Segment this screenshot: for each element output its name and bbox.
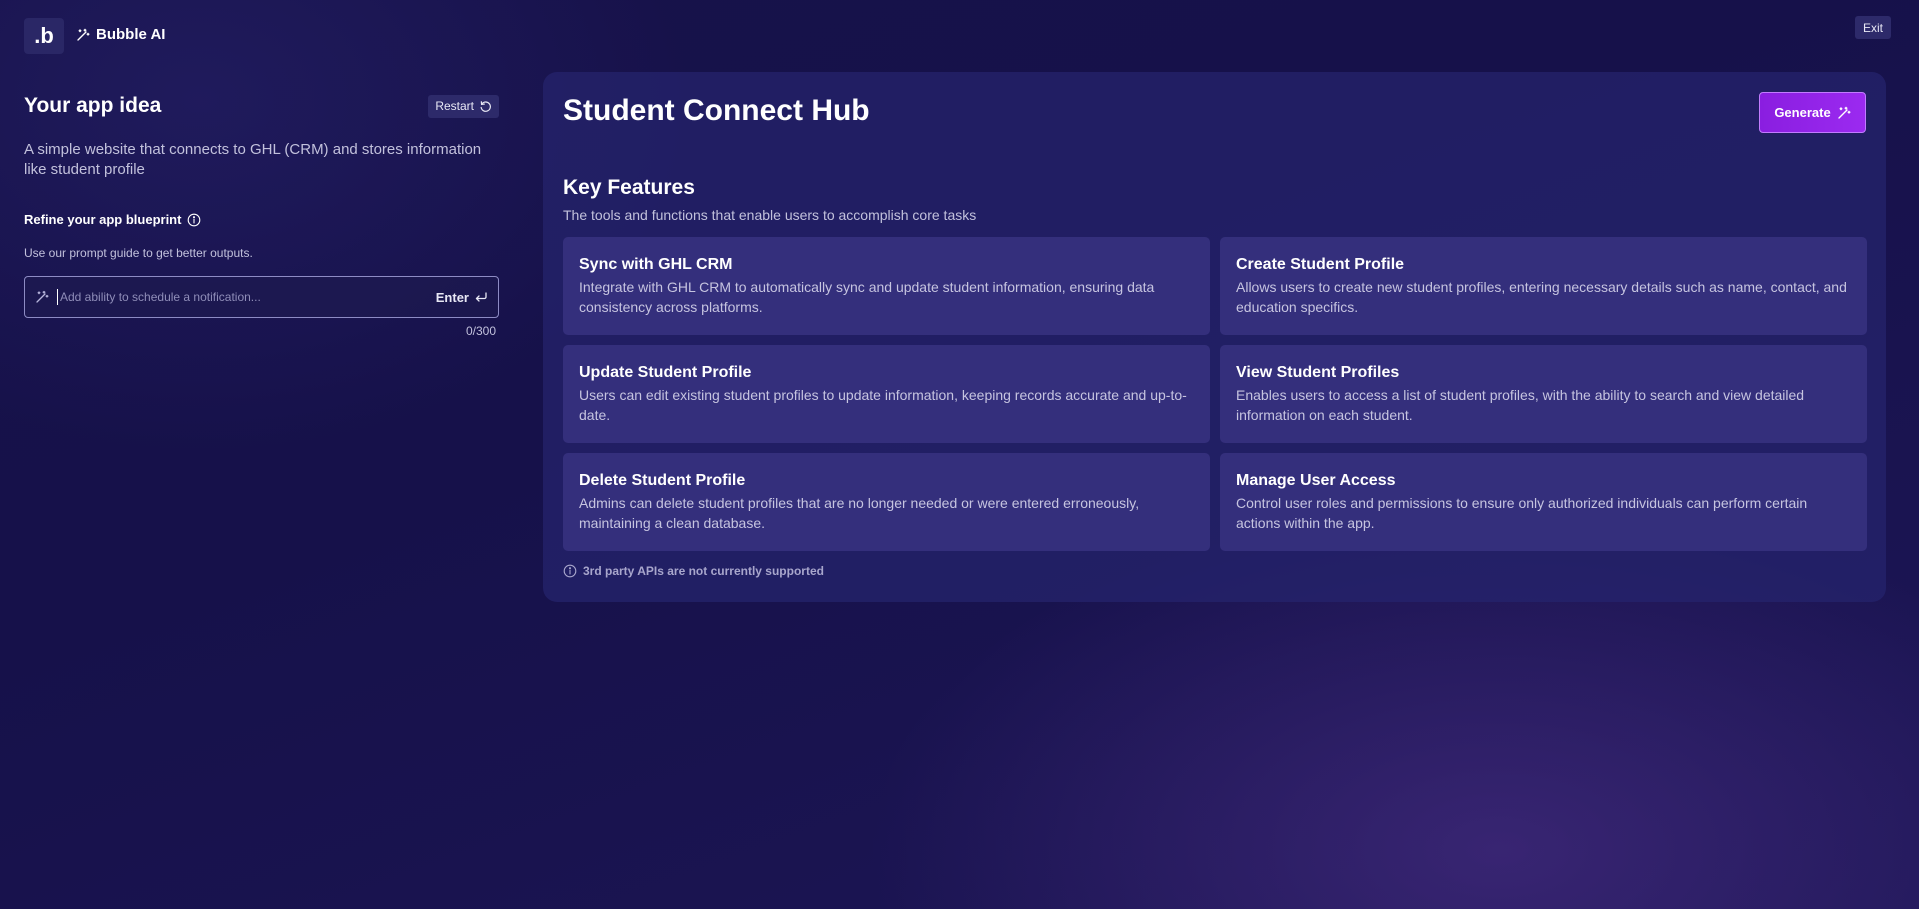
brand-label: Bubble AI [96,26,166,43]
character-counter: 0/300 [465,324,496,338]
feature-description: Control user roles and permissions to en… [1236,495,1808,531]
blueprint-card: Student Connect Hub Generate Key Feature… [543,72,1886,602]
app-idea-title: Your app idea [24,94,162,117]
restart-button[interactable]: Restart [428,94,499,118]
magic-wand-icon [35,290,49,304]
feature-card[interactable]: Update Student Profile Users can edit ex… [563,345,1210,443]
refine-label: Refine your app blueprint [24,212,182,227]
bubble-logo[interactable]: .b [24,18,64,54]
feature-card[interactable]: Sync with GHL CRM Integrate with GHL CRM… [563,237,1210,335]
generate-label: Generate [1774,105,1831,120]
generate-button[interactable]: Generate [1759,92,1866,133]
api-note: 3rd party APIs are not currently support… [563,564,824,578]
top-bar: .b Bubble AI Exit [0,0,1919,70]
app-idea-panel: Your app idea Restart A simple website t… [24,90,499,338]
info-icon[interactable] [187,213,201,227]
prompt-guide-hint: Use our prompt guide to get better outpu… [24,246,253,260]
feature-title: Manage User Access [1236,472,1396,489]
enter-arrow-icon [474,291,488,303]
enter-button[interactable]: Enter [436,290,488,305]
exit-button[interactable]: Exit [1854,16,1891,39]
feature-title: Delete Student Profile [579,472,746,489]
feature-title: View Student Profiles [1236,364,1400,381]
feature-title: Update Student Profile [579,364,752,381]
feature-description: Enables users to access a list of studen… [1236,387,1805,423]
feature-title: Create Student Profile [1236,256,1405,273]
api-note-text: 3rd party APIs are not currently support… [583,564,824,578]
refine-heading: Refine your app blueprint [24,212,499,227]
feature-description: Allows users to create new student profi… [1236,279,1847,315]
feature-card[interactable]: Delete Student Profile Admins can delete… [563,453,1210,551]
magic-wand-icon [1837,106,1851,120]
feature-description: Integrate with GHL CRM to automatically … [579,279,1155,315]
prompt-box[interactable]: Enter [24,276,499,318]
feature-grid: Sync with GHL CRM Integrate with GHL CRM… [563,237,1867,551]
restart-label: Restart [435,99,474,113]
feature-card[interactable]: View Student Profiles Enables users to a… [1220,345,1867,443]
prompt-input[interactable] [57,289,428,305]
feature-description: Users can edit existing student profiles… [579,387,1187,423]
info-icon [563,564,577,578]
key-features-subtitle: The tools and functions that enable user… [563,207,977,223]
enter-label: Enter [435,289,469,305]
app-title: Student Connect Hub [563,94,870,127]
feature-card[interactable]: Create Student Profile Allows users to c… [1220,237,1867,335]
feature-title: Sync with GHL CRM [579,256,733,273]
magic-wand-icon [76,28,90,42]
feature-card[interactable]: Manage User Access Control user roles an… [1220,453,1867,551]
key-features-title: Key Features [563,176,695,199]
feature-description: Admins can delete student profiles that … [579,495,1140,531]
app-idea-text: A simple website that connects to GHL (C… [24,141,482,178]
brand: Bubble AI [76,26,165,43]
restart-icon [479,100,492,113]
